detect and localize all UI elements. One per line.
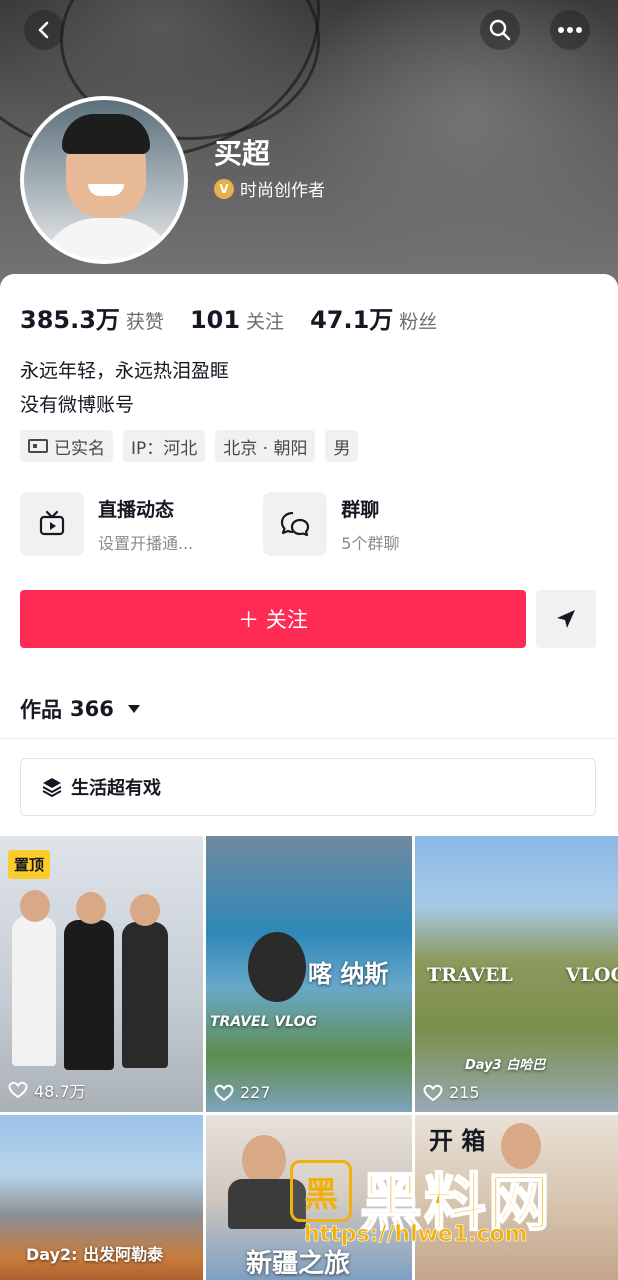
bio-line-1: 永远年轻，永远热泪盈眶	[20, 360, 230, 382]
feature-row: 直播动态 设置开播通... 群聊 5个群聊	[20, 492, 399, 556]
bio: 永远年轻，永远热泪盈眶 没有微博账号	[20, 354, 229, 422]
heart-icon	[8, 1081, 28, 1099]
watermark: 黑 黑料网 https://hlwe1.com	[290, 1150, 590, 1250]
tv-icon	[20, 492, 84, 556]
search-button[interactable]	[480, 10, 520, 50]
video-tile[interactable]: 喀 纳斯 TRAVEL VLOG 227	[206, 836, 412, 1112]
tag-ip: IP：河北	[123, 430, 206, 462]
collection-label: 生活超有戏	[71, 778, 161, 799]
creator-label[interactable]: V 时尚创作者	[214, 176, 325, 201]
chat-bubble-icon	[263, 492, 328, 556]
collection-button[interactable]: 生活超有戏	[20, 758, 596, 816]
stat-following-value: 101	[189, 306, 241, 334]
tag-row: 已实名 IP：河北 北京 · 朝阳 男	[20, 430, 359, 462]
stat-likes-value: 385.3万	[20, 306, 120, 334]
profile-name: 买超	[214, 137, 271, 170]
id-card-icon	[28, 439, 48, 453]
stat-following-label: 关注	[246, 311, 285, 333]
watermark-url: https://hlwe1.com	[304, 1222, 528, 1248]
group-chat-feature[interactable]: 群聊 5个群聊	[263, 492, 399, 556]
heart-icon	[214, 1084, 234, 1101]
thumbnail-head	[76, 892, 106, 924]
video-caption: TRAVEL VLOG	[427, 964, 618, 986]
video-tile[interactable]: TRAVEL VLOG Day3 白哈巴 215	[415, 836, 618, 1112]
tag-location: 北京 · 朝阳	[215, 430, 316, 462]
thumbnail-person	[12, 916, 56, 1066]
more-button[interactable]	[550, 10, 590, 50]
video-likes: 215	[423, 1083, 480, 1102]
video-subcaption: Day3 白哈巴	[465, 1058, 546, 1073]
tag-label: 北京 · 朝阳	[223, 438, 308, 459]
watermark-logo: 黑	[290, 1160, 352, 1222]
video-likes-count: 48.7万	[34, 1082, 86, 1101]
verified-badge-icon: V	[214, 178, 234, 199]
send-arrow-icon	[557, 610, 575, 628]
more-dots-icon	[558, 27, 582, 33]
group-chat-subtitle: 5个群聊	[341, 533, 400, 553]
tag-label: 男	[333, 438, 351, 459]
avatar[interactable]	[20, 96, 188, 264]
video-likes-count: 227	[240, 1083, 271, 1102]
heart-icon	[423, 1084, 443, 1101]
caret-down-icon	[127, 705, 140, 713]
tag-verified-name[interactable]: 已实名	[20, 430, 113, 462]
thumbnail-head	[20, 890, 50, 922]
thumbnail-head	[248, 932, 306, 1002]
works-tab-count: 366	[70, 697, 114, 721]
stat-likes-label: 获赞	[125, 311, 164, 333]
layers-icon	[42, 778, 62, 798]
video-tile[interactable]: Day2: 出发阿勒泰	[0, 1115, 203, 1280]
video-caption: Day2: 出发阿勒泰	[26, 1245, 164, 1264]
thumbnail-head	[242, 1135, 286, 1185]
video-tile[interactable]: 置顶 48.7万	[0, 836, 203, 1112]
thumbnail-head	[130, 894, 160, 926]
follow-button[interactable]: ＋ 关注	[20, 590, 526, 648]
bio-line-2: 没有微博账号	[20, 394, 135, 416]
video-likes: 48.7万	[8, 1078, 86, 1102]
thumbnail-person	[64, 920, 114, 1070]
thumbnail-person	[122, 922, 168, 1068]
stat-likes[interactable]: 385.3万 获赞	[20, 300, 164, 335]
stat-followers-value: 47.1万	[310, 306, 394, 334]
pinned-badge: 置顶	[8, 850, 51, 879]
avatar-hair	[62, 114, 150, 154]
tag-label: IP：河北	[131, 438, 198, 459]
divider	[0, 738, 618, 739]
search-icon	[489, 19, 511, 41]
back-button[interactable]	[24, 10, 64, 50]
video-likes-count: 215	[449, 1083, 480, 1102]
send-message-button[interactable]	[536, 590, 596, 648]
live-feature-subtitle: 设置开播通...	[98, 533, 194, 553]
stat-followers-label: 粉丝	[399, 311, 438, 333]
works-tab[interactable]: 作品 366	[20, 694, 140, 724]
video-caption: 喀 纳斯	[308, 960, 389, 988]
profile-banner: 买超 V 时尚创作者	[0, 0, 618, 300]
tag-label: 已实名	[54, 438, 105, 459]
video-likes: 227	[214, 1083, 271, 1102]
live-feature-title: 直播动态	[98, 498, 175, 521]
group-chat-title: 群聊	[341, 498, 380, 521]
tag-gender: 男	[325, 430, 359, 462]
stats-row: 385.3万 获赞 101 关注 47.1万 粉丝	[20, 300, 437, 335]
chevron-left-icon	[38, 21, 49, 39]
live-feature[interactable]: 直播动态 设置开播通...	[20, 492, 193, 556]
avatar-shirt	[38, 218, 178, 260]
stat-following[interactable]: 101 关注	[190, 306, 284, 334]
works-tab-label: 作品	[20, 698, 62, 722]
stat-followers[interactable]: 47.1万 粉丝	[310, 300, 437, 335]
creator-label-text: 时尚创作者	[240, 181, 325, 201]
video-subcaption: TRAVEL VLOG	[210, 1014, 318, 1030]
